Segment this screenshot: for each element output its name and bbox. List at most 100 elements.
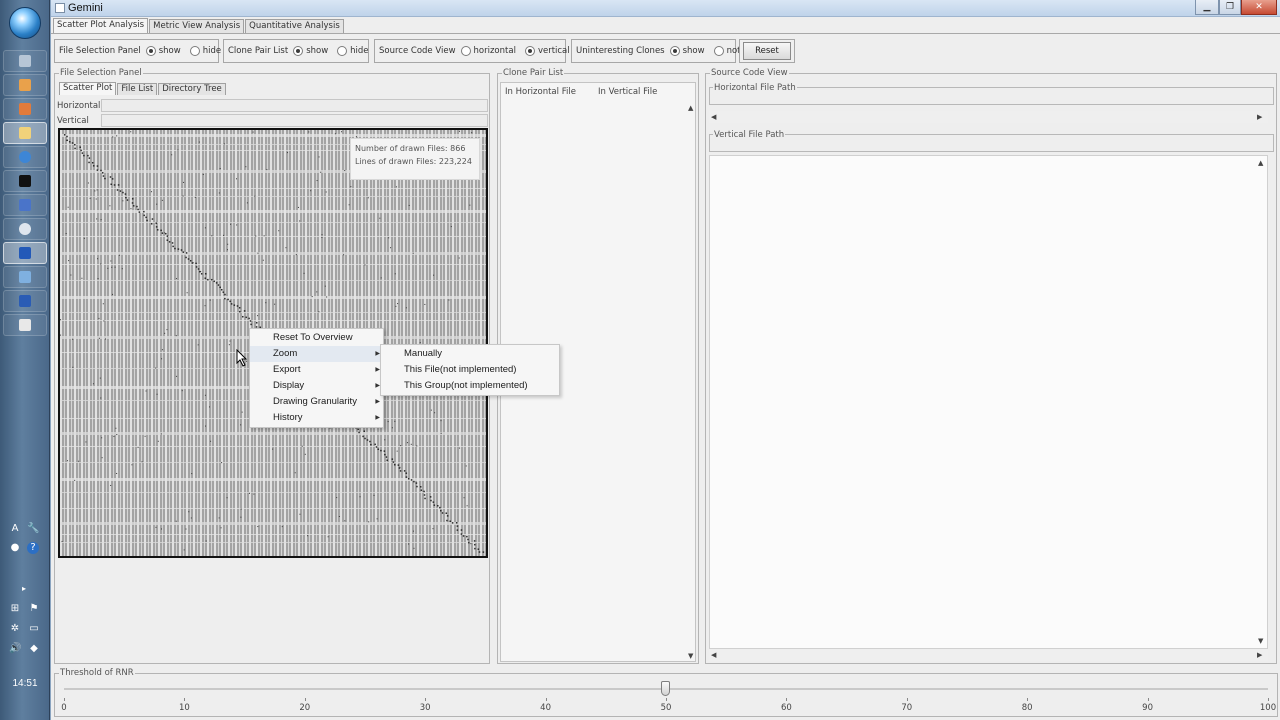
- horizontal-code-scrollbar[interactable]: ◀ ▶: [709, 111, 1268, 123]
- mouse-cursor-icon: [236, 349, 248, 367]
- horizontal-file-field[interactable]: [101, 99, 488, 112]
- slider-tick-label: 20: [299, 703, 311, 713]
- scatter-context-menu: Reset To Overview Zoom ▶ Export ▶ Display ▶…: [249, 328, 384, 428]
- taskbar-folder-icon[interactable]: [3, 122, 47, 144]
- menu-item-zoom-this-file[interactable]: This File(not implemented): [381, 362, 559, 378]
- file-selection-show-radio[interactable]: [145, 46, 156, 56]
- taskbar-app-icon[interactable]: [3, 98, 47, 120]
- title-bar[interactable]: Gemini ▁ ❐ ✕: [51, 0, 1280, 17]
- menu-item-zoom-manually[interactable]: Manually: [381, 346, 559, 362]
- slider-tick-label: 30: [419, 703, 431, 713]
- scroll-down-icon[interactable]: ▼: [688, 651, 693, 661]
- tab-metric-view-analysis[interactable]: Metric View Analysis: [149, 19, 245, 33]
- taskbar-app-icon[interactable]: [3, 218, 47, 240]
- tray-expand-icon[interactable]: ▸: [18, 583, 30, 595]
- menu-item-history[interactable]: History ▶: [250, 410, 383, 426]
- minimize-icon[interactable]: ▁: [1195, 0, 1219, 15]
- file-selection-panel-label: File Selection Panel: [59, 46, 141, 56]
- column-header-horizontal-file[interactable]: In Horizontal File: [505, 87, 576, 97]
- taskbar-clock[interactable]: 14:51: [0, 678, 50, 689]
- taskbar-app-icon[interactable]: [3, 194, 47, 216]
- slider-tick: [545, 698, 547, 701]
- vertical-file-path-box[interactable]: Vertical File Path: [709, 130, 1274, 152]
- taskbar-app-icon[interactable]: [3, 242, 47, 264]
- column-header-vertical-file[interactable]: In Vertical File: [598, 87, 657, 97]
- source-horizontal-radio[interactable]: [460, 46, 471, 56]
- settings-icon[interactable]: ✲: [9, 623, 21, 635]
- slider-tick-label: 70: [901, 703, 913, 713]
- ime-icon[interactable]: A: [9, 523, 21, 535]
- tab-directory-tree[interactable]: Directory Tree: [158, 83, 226, 95]
- source-vertical-label: vertical: [537, 46, 570, 56]
- source-code-hscrollbar[interactable]: ◀ ▶: [709, 650, 1268, 661]
- menu-item-zoom[interactable]: Zoom ▶: [250, 346, 383, 362]
- uninteresting-not-radio[interactable]: [713, 46, 724, 56]
- source-vertical-radio[interactable]: [524, 46, 535, 56]
- file-selection-show-label: show: [158, 46, 181, 56]
- slider-tick-label: 90: [1142, 703, 1153, 713]
- vertical-file-field[interactable]: [101, 114, 488, 127]
- threshold-slider-thumb[interactable]: [661, 681, 670, 696]
- taskbar-app-icon[interactable]: [3, 314, 47, 336]
- gemini-window: Gemini ▁ ❐ ✕ Scatter Plot Analysis Metri…: [50, 0, 1280, 720]
- file-selection-panel-toggle: File Selection Panel show hide: [54, 39, 221, 63]
- taskbar-app-icon[interactable]: [3, 146, 47, 168]
- scroll-right-icon[interactable]: ▶: [1257, 650, 1262, 660]
- clone-pair-list-toggle: Clone Pair List show hide: [223, 39, 369, 63]
- zoom-submenu: Manually This File(not implemented) This…: [380, 344, 560, 396]
- menu-item-display[interactable]: Display ▶: [250, 378, 383, 394]
- source-code-area[interactable]: ▲ ▼: [709, 155, 1268, 649]
- windows-flag-icon[interactable]: ⊞: [9, 603, 21, 615]
- scroll-left-icon[interactable]: ◀: [711, 650, 716, 660]
- tab-scatter-plot[interactable]: Scatter Plot: [59, 82, 117, 95]
- menu-item-zoom-this-group[interactable]: This Group(not implemented): [381, 378, 559, 394]
- clone-pair-hide-radio[interactable]: [337, 46, 348, 56]
- window-title: Gemini: [68, 2, 103, 14]
- uninteresting-show-radio[interactable]: [669, 46, 680, 56]
- slider-tick: [1268, 698, 1269, 701]
- menu-item-export[interactable]: Export ▶: [250, 362, 383, 378]
- menu-item-label: Display: [273, 380, 305, 391]
- tab-quantitative-analysis[interactable]: Quantitative Analysis: [245, 19, 344, 33]
- file-panel-tab-bar: Scatter Plot File List Directory Tree: [59, 82, 227, 96]
- tab-file-list[interactable]: File List: [117, 83, 158, 95]
- tab-scatter-plot-analysis[interactable]: Scatter Plot Analysis: [53, 18, 149, 33]
- taskbar-app-icon[interactable]: [3, 74, 47, 96]
- clone-pair-show-radio[interactable]: [293, 46, 304, 56]
- taskbar-word-icon[interactable]: [3, 290, 47, 312]
- slider-tick-label: 10: [178, 703, 190, 713]
- submenu-arrow-icon: ▶: [375, 399, 380, 405]
- drive-icon[interactable]: ◆: [28, 643, 40, 655]
- action-center-flag-icon[interactable]: ⚑: [28, 603, 40, 615]
- drawn-files-info-box: Number of drawn Files: 866 Lines of draw…: [350, 138, 480, 180]
- tab-divider: [51, 33, 1280, 34]
- horizontal-file-path-box[interactable]: Horizontal File Path: [709, 83, 1274, 105]
- scroll-up-icon[interactable]: ▲: [688, 103, 693, 113]
- scroll-down-icon[interactable]: ▼: [1258, 636, 1263, 646]
- scroll-right-icon[interactable]: ▶: [1257, 112, 1262, 122]
- taskbar-app-icon[interactable]: [3, 50, 47, 72]
- scroll-left-icon[interactable]: ◀: [711, 112, 716, 122]
- reset-button[interactable]: Reset: [743, 42, 791, 60]
- menu-item-drawing-granularity[interactable]: Drawing Granularity ▶: [250, 394, 383, 410]
- maximize-icon[interactable]: ❐: [1219, 0, 1241, 15]
- tools-icon[interactable]: 🔧: [27, 523, 39, 535]
- close-icon[interactable]: ✕: [1241, 0, 1277, 15]
- slider-tick-label: 100: [1259, 703, 1277, 713]
- taskbar-console-icon[interactable]: [3, 170, 47, 192]
- help-icon[interactable]: ?: [27, 542, 39, 554]
- scroll-up-icon[interactable]: ▲: [1258, 158, 1263, 168]
- menu-item-reset-to-overview[interactable]: Reset To Overview: [250, 330, 383, 346]
- slider-tick: [1027, 698, 1029, 701]
- network-icon[interactable]: ●: [9, 542, 21, 554]
- volume-icon[interactable]: 🔊: [9, 643, 21, 655]
- clone-pair-list-label: Clone Pair List: [228, 46, 289, 56]
- taskbar-app-icon[interactable]: [3, 266, 47, 288]
- file-selection-panel-title: File Selection Panel: [59, 68, 143, 78]
- windows-start-orb-icon[interactable]: [9, 7, 41, 39]
- display-icon[interactable]: ▭: [28, 623, 40, 635]
- source-code-view-title: Source Code View: [710, 68, 789, 78]
- threshold-panel: Threshold of RNR 0 10 20 30 40 50 60 70 80 90 100: [54, 668, 1278, 717]
- file-selection-hide-radio[interactable]: [189, 46, 200, 56]
- source-code-view-toggle: Source Code View horizontal vertical: [374, 39, 570, 63]
